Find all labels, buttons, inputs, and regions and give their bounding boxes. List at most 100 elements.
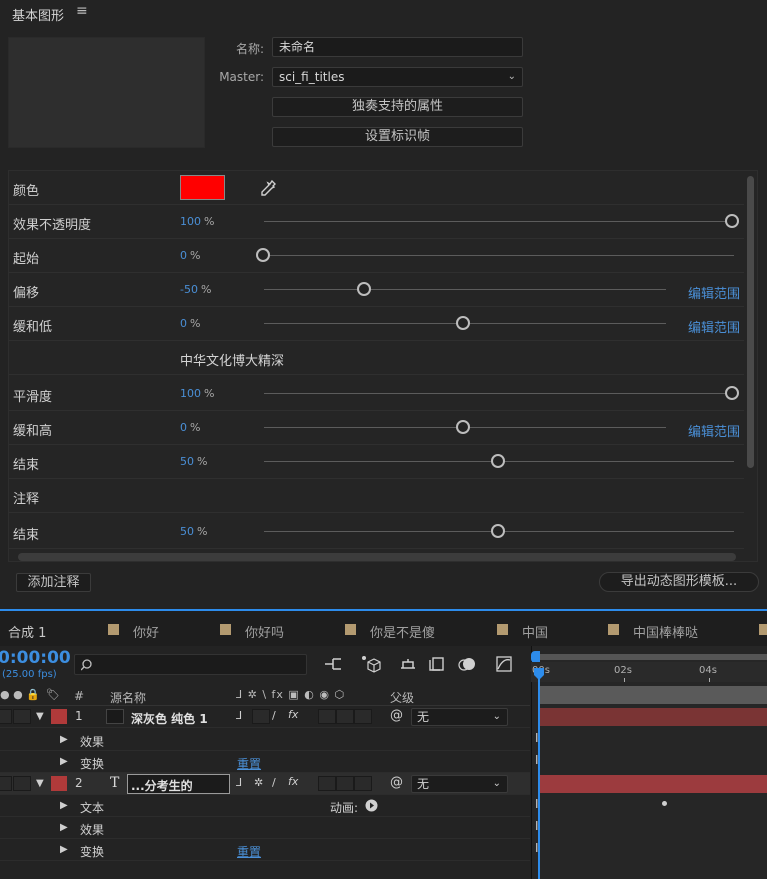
name-field[interactable]: 未命名 <box>272 37 523 57</box>
parent-dropdown[interactable]: 无 ⌄ <box>411 775 508 793</box>
layer-2-duration-bar[interactable] <box>539 775 767 793</box>
slider-knob[interactable] <box>725 386 739 400</box>
expand-triangle-icon[interactable]: ▶ <box>60 756 68 767</box>
time-ruler[interactable] <box>531 662 767 682</box>
motion-blur-switch[interactable] <box>336 709 354 724</box>
layer-2-transform-row[interactable]: ▶ 变换 重置 <box>0 839 530 861</box>
frame-blend-switch[interactable] <box>318 776 336 791</box>
property-value[interactable]: 100% <box>180 215 214 228</box>
tab-zhongguo-bangbangda[interactable]: 中国棒棒哒 <box>633 622 698 641</box>
graph-editor-icon[interactable] <box>495 655 513 673</box>
lock-toggle[interactable] <box>13 776 31 791</box>
animate-label[interactable]: 动画: <box>330 799 358 816</box>
property-value[interactable]: -50% <box>180 283 211 296</box>
playhead-line[interactable] <box>538 672 540 879</box>
expand-triangle-icon[interactable]: ▶ <box>60 800 68 811</box>
number-column-header[interactable]: # <box>74 689 84 703</box>
tab-nihaoma[interactable]: 你好吗 <box>245 622 284 641</box>
shy-switch-icon[interactable]: ⅃ <box>236 776 242 789</box>
slider-knob[interactable] <box>491 454 505 468</box>
property-value[interactable]: 50% <box>180 455 207 468</box>
animate-menu-icon[interactable] <box>365 799 378 812</box>
pickwhip-icon[interactable]: @ <box>390 775 403 790</box>
expand-triangle-icon[interactable]: ▼ <box>36 778 44 789</box>
tab-nihao[interactable]: 你好 <box>133 622 159 641</box>
horizontal-scrollbar[interactable] <box>18 553 736 561</box>
solo-properties-button[interactable]: 独奏支持的属性 <box>272 97 523 117</box>
tab-zhongguo[interactable]: 中国 <box>522 622 548 641</box>
layer-name-edit-field[interactable]: ...分考生的 <box>127 774 230 794</box>
layer-label-color[interactable] <box>51 776 67 791</box>
layer-row-2[interactable]: ▼ 2 T ...分考生的 ⅃ ✲ / fx @ 无 ⌄ <box>0 773 530 795</box>
slider-knob[interactable] <box>357 282 371 296</box>
pickwhip-icon[interactable]: @ <box>390 708 403 723</box>
slider-track[interactable] <box>264 221 734 222</box>
layer-1-duration-bar[interactable] <box>539 708 767 726</box>
layer-row-1[interactable]: ▼ 1 深灰色 纯色 1 ⅃ / fx @ 无 ⌄ <box>0 706 530 728</box>
property-value[interactable]: 0% <box>180 249 200 262</box>
property-value[interactable]: 0% <box>180 317 200 330</box>
reset-link[interactable]: 重置 <box>237 843 261 860</box>
playhead-handle-icon[interactable] <box>533 667 545 681</box>
slider-knob[interactable] <box>456 316 470 330</box>
quality-switch-icon[interactable]: / <box>272 709 276 722</box>
layer-1-transform-row[interactable]: ▶ 变换 重置 <box>0 751 530 773</box>
edit-range-link[interactable]: 编辑范围 <box>688 283 740 302</box>
collapse-switch-icon[interactable]: ✲ <box>254 776 263 789</box>
slider-track[interactable] <box>264 255 734 256</box>
property-value[interactable]: 0% <box>180 421 200 434</box>
visibility-toggle[interactable] <box>0 709 12 724</box>
tab-nishibushisha[interactable]: 你是不是傻 <box>370 622 435 641</box>
collapse-switch[interactable] <box>252 709 270 724</box>
layer-name[interactable]: 深灰色 纯色 1 <box>131 710 208 727</box>
layer-name[interactable]: ...分考生的 <box>131 777 193 794</box>
adjustment-switch[interactable] <box>354 776 372 791</box>
slider-knob[interactable] <box>456 420 470 434</box>
parent-dropdown[interactable]: 无 ⌄ <box>411 708 508 726</box>
work-area-bar[interactable] <box>539 654 767 660</box>
expand-triangle-icon[interactable]: ▶ <box>60 734 68 745</box>
tab-comp-1[interactable]: 合成 1 <box>8 622 46 641</box>
property-value[interactable]: 50% <box>180 525 207 538</box>
expand-triangle-icon[interactable]: ▶ <box>60 822 68 833</box>
fx-switch-icon[interactable]: fx <box>288 708 298 721</box>
frame-blending-icon[interactable] <box>428 656 446 672</box>
motion-blur-switch[interactable] <box>336 776 354 791</box>
layer-2-effects-row[interactable]: ▶ 效果 <box>0 817 530 839</box>
source-name-column-header[interactable]: 源名称 <box>110 689 146 706</box>
export-motion-graphics-template-button[interactable]: 导出动态图形模板... <box>599 572 759 592</box>
property-value[interactable]: 100% <box>180 387 214 400</box>
set-poster-frame-button[interactable]: 设置标识帧 <box>272 127 523 147</box>
eyedropper-icon[interactable] <box>261 179 277 196</box>
layer-1-effects-row[interactable]: ▶ 效果 <box>0 729 530 751</box>
comp-mini-flowchart-icon[interactable] <box>323 656 345 672</box>
master-dropdown[interactable]: sci_fi_titles ⌄ <box>272 67 523 87</box>
edit-range-link[interactable]: 编辑范围 <box>688 317 740 336</box>
quality-switch-icon[interactable]: / <box>272 776 276 789</box>
slider-knob[interactable] <box>256 248 270 262</box>
draft-3d-icon[interactable] <box>360 654 382 674</box>
reset-link[interactable]: 重置 <box>237 755 261 772</box>
layer-search-input[interactable] <box>74 654 307 675</box>
expand-triangle-icon[interactable]: ▶ <box>60 844 68 855</box>
slider-knob[interactable] <box>725 214 739 228</box>
shy-layers-icon[interactable] <box>398 656 418 672</box>
parent-column-header[interactable]: 父级 <box>390 689 414 706</box>
add-comment-button[interactable]: 添加注释 <box>16 573 91 592</box>
panel-menu-icon[interactable]: ≡ <box>76 3 88 19</box>
lock-toggle[interactable] <box>13 709 31 724</box>
slider-track[interactable] <box>264 393 734 394</box>
vertical-scrollbar[interactable] <box>747 176 754 468</box>
edit-range-link[interactable]: 编辑范围 <box>688 421 740 440</box>
visibility-toggle[interactable] <box>0 776 12 791</box>
current-time[interactable]: 0:00:00 <box>0 648 71 668</box>
frame-blend-switch[interactable] <box>318 709 336 724</box>
color-swatch[interactable] <box>180 175 225 200</box>
shy-switch-icon[interactable]: ⅃ <box>236 709 242 722</box>
slider-track[interactable] <box>264 289 666 290</box>
expand-triangle-icon[interactable]: ▼ <box>36 711 44 722</box>
adjustment-switch[interactable] <box>354 709 372 724</box>
slider-knob[interactable] <box>491 524 505 538</box>
fx-switch-icon[interactable]: fx <box>288 775 298 788</box>
motion-blur-icon[interactable] <box>457 655 477 673</box>
